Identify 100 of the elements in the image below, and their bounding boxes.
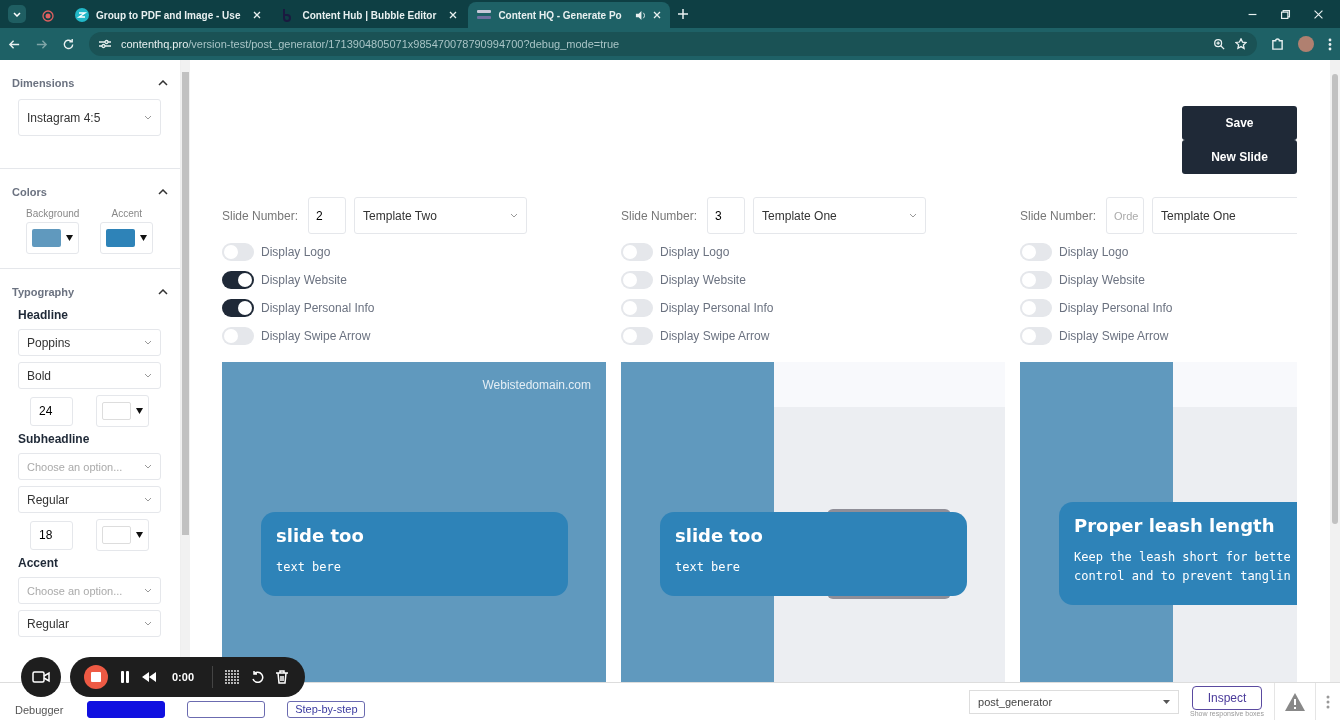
debugger-label: Debugger [15,704,64,716]
toggle-label: Display Logo [261,245,331,259]
restore-icon[interactable] [1280,9,1291,20]
grid-button[interactable] [225,670,240,684]
toggle-switch[interactable] [222,327,254,345]
delete-button[interactable] [276,670,289,684]
star-icon[interactable] [1235,38,1247,50]
site-settings-icon[interactable] [99,39,111,49]
camera-button[interactable] [21,657,61,697]
close-icon[interactable] [449,11,458,19]
slide-headline: Proper leash length [1074,515,1276,536]
slide-number-input[interactable]: 2 [308,197,347,234]
chevron-down-icon [144,497,152,502]
reload-icon[interactable] [62,37,75,51]
color-picker[interactable] [96,519,149,551]
action-button[interactable]: Save [1182,106,1297,140]
group-title: Subheadline [18,432,91,446]
close-icon[interactable] [652,11,661,19]
toggle-label: Display Personal Info [1059,301,1173,315]
debug-button[interactable] [187,701,266,718]
dimensions-dropdown[interactable]: Instagram 4:5 [18,99,161,136]
zoom-icon[interactable] [1213,38,1225,50]
site-icon [477,9,492,21]
rewind-button[interactable] [142,672,156,682]
toggle-switch[interactable] [1020,327,1052,345]
chevron-down-icon [144,115,152,120]
more-icon[interactable] [1326,694,1330,709]
inspect-button[interactable]: Inspect [1192,686,1263,710]
field-label: Slide Number: [222,208,299,223]
toggle-switch[interactable] [621,299,653,317]
toggle-label: Display Logo [1059,245,1129,259]
menu-icon[interactable] [1328,37,1332,51]
slide-headline: slide too [276,525,365,546]
toggle-label: Display Website [1059,273,1145,287]
scrollbar-thumb[interactable] [182,72,189,535]
toggle-switch[interactable] [621,243,653,261]
chevron-down-icon [144,340,152,345]
field-label: Slide Number: [1020,208,1097,223]
action-button[interactable]: New Slide [1182,140,1297,174]
toggle-switch[interactable] [1020,243,1052,261]
chevron-icon[interactable] [158,80,168,86]
page-dropdown[interactable]: post_generator [969,689,1180,714]
toggle-switch[interactable] [222,243,254,261]
toggle-label: Display Logo [660,245,730,259]
template-dropdown[interactable]: Template One [1152,197,1297,234]
toggle-label: Display Swipe Arrow [660,329,770,343]
size-input[interactable]: 24 [30,396,73,426]
template-dropdown[interactable]: Template One [753,197,927,234]
slide-body-text: text bere [675,559,742,576]
font-dropdown[interactable]: Poppins [18,329,161,356]
toggle-switch[interactable] [621,327,653,345]
chevron-icon[interactable] [158,289,168,295]
pause-button[interactable] [120,671,130,683]
address-bar[interactable]: contenthq.pro/version-test/post_generator/1713904805071x985470078790994700?debug_mode=true [89,32,1257,56]
browser-tab[interactable]: Content HQ - Generate Po [468,2,670,28]
debug-button[interactable]: Step-by-step [287,701,366,718]
size-input[interactable]: 18 [30,520,73,550]
browser-tab[interactable]: Content Hub | Bubble Editor [272,2,467,28]
toggle-label: Display Swipe Arrow [1059,329,1169,343]
debug-button[interactable] [87,701,166,718]
toggle-switch[interactable] [222,299,254,317]
color-picker[interactable] [100,222,154,254]
url-text: contenthq.pro/version-test/post_generator/1713904805071x985470078790994700?debug_mode=true [121,38,620,50]
section-title: Typography [12,286,75,298]
chevron-icon[interactable] [158,189,168,195]
color-label: Accent [111,208,143,219]
caret-icon [66,235,74,241]
template-dropdown[interactable]: Template Two [354,197,528,234]
toggle-switch[interactable] [621,271,653,289]
weight-dropdown[interactable]: Regular [18,486,161,513]
toggle-label: Display Website [261,273,347,287]
extensions-icon[interactable] [1271,37,1284,51]
section-title: Dimensions [12,77,75,89]
field-label: Slide Number: [621,208,698,223]
caret-icon [1163,699,1171,704]
color-label: Background [26,208,80,219]
browser-tab[interactable]: Group to PDF and Image - Use [66,2,271,28]
weight-dropdown[interactable]: Bold [18,362,161,389]
warning-icon[interactable] [1285,692,1305,711]
color-picker[interactable] [26,222,80,254]
slide-body-text: Keep the leash short for bette control and to prevent tanglin [1074,549,1292,585]
color-picker[interactable] [96,395,149,427]
weight-dropdown[interactable]: Regular [18,610,161,637]
slide-body-text: text bere [276,559,343,576]
section-title: Colors [12,186,47,198]
caret-icon [136,408,143,414]
scrollbar-thumb[interactable] [1332,74,1338,524]
toggle-switch[interactable] [1020,271,1052,289]
close-icon[interactable] [253,11,262,19]
camera-icon [32,671,50,683]
close-icon[interactable] [1313,9,1324,20]
caret-icon [140,235,148,241]
slide-number-input[interactable]: 3 [707,197,746,234]
stop-button[interactable] [84,665,108,689]
tab-search-button[interactable] [8,5,26,23]
toggle-switch[interactable] [1020,299,1052,317]
group-title: Headline [18,308,69,322]
caret-icon [136,532,143,538]
undo-button[interactable] [251,670,265,684]
toggle-switch[interactable] [222,271,254,289]
